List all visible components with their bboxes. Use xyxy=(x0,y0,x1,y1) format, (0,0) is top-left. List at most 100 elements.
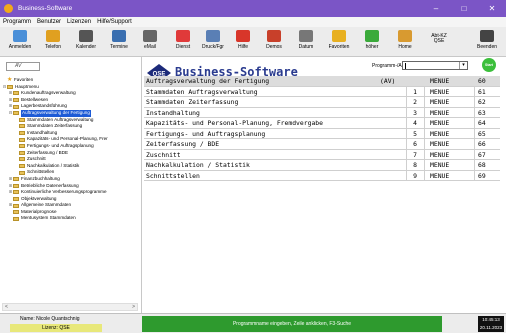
tree-item-label: Betriebliche Datenerfassung xyxy=(21,182,79,188)
tree-item[interactable]: ⊟ Hauptmenu xyxy=(2,84,140,91)
toolbar-service-button[interactable]: Dienst xyxy=(166,28,200,56)
tree-item-label: Kontinuierliche Verbesserungsprogramme xyxy=(21,189,107,195)
header-code: 60 xyxy=(478,77,486,85)
tree-item[interactable]: Fertigungs- und Auftragsplanung xyxy=(2,143,140,150)
column-divider xyxy=(424,139,425,150)
tree-item[interactable]: ★ Favoriten xyxy=(2,77,140,84)
menu-lizenzen[interactable]: Lizenzen xyxy=(67,19,91,25)
horizontal-scrollbar[interactable]: < > xyxy=(2,303,138,311)
scroll-left-arrow[interactable]: < xyxy=(5,304,8,310)
tree-item[interactable]: ⊞ Allgemeine Stammdaten xyxy=(2,202,140,209)
toolbar-label: Kalender xyxy=(75,44,96,50)
toolbar-favorites-button[interactable]: Favoriten xyxy=(322,28,356,56)
tree-item[interactable]: ⊞ Lagerbestandsführung xyxy=(2,103,140,110)
minimize-button[interactable]: – xyxy=(422,0,450,17)
toolbar-dept-code-button[interactable]: Abt-KZ QSE xyxy=(422,28,456,56)
toolbar-login-button[interactable]: Anmelden xyxy=(3,28,37,56)
table-row[interactable]: Stammdaten Auftragsverwaltung 1 MENUE 61 xyxy=(144,86,500,97)
start-button[interactable]: Start xyxy=(482,58,496,72)
toolbar-exit-button[interactable]: Beenden xyxy=(470,28,504,56)
table-row[interactable]: Nachkalkulation / Statistik 8 MENUE 68 xyxy=(144,160,500,171)
column-divider xyxy=(424,118,425,129)
tree-item[interactable]: Zuschnitt xyxy=(2,156,140,163)
toolbar-appointments-button[interactable]: Termine xyxy=(102,28,136,56)
tree-item[interactable]: Nachkalkulation / Statistik xyxy=(2,163,140,170)
toolbar-demos-button[interactable]: Demos xyxy=(257,28,291,56)
tree-item[interactable]: ⊞ Kontinuierliche Verbesserungsprogramme xyxy=(2,189,140,196)
close-button[interactable]: ✕ xyxy=(478,0,506,17)
tree-item[interactable]: Zeiterfassung / BDE xyxy=(2,150,140,157)
login-icon xyxy=(13,30,27,42)
tree-item[interactable]: Instandhaltung xyxy=(2,130,140,137)
maximize-button[interactable]: □ xyxy=(450,0,478,17)
calendar-icon xyxy=(79,30,93,42)
tree-item[interactable]: Stammdaten Auftragsverwaltung xyxy=(2,117,140,124)
dropdown-arrow-icon[interactable]: ▾ xyxy=(459,62,467,69)
toolbar-label: Favoriten xyxy=(328,44,350,50)
column-divider xyxy=(406,160,407,171)
table-row[interactable]: Schnittstellen 9 MENUE 69 xyxy=(144,170,500,181)
tree-item[interactable]: Objektverwaltung xyxy=(2,196,140,203)
search-input[interactable]: AV xyxy=(6,62,40,71)
toolbar-label: höher xyxy=(365,44,379,50)
menu-benutzer[interactable]: Benutzer xyxy=(37,19,61,25)
tree-item[interactable]: Schnittstellen xyxy=(2,169,140,176)
table-row[interactable]: Kapazitäts- und Personal-Planung, Fremdv… xyxy=(144,118,500,129)
toolbar-home-button[interactable]: Home xyxy=(388,28,422,56)
table-row[interactable]: Fertigungs- und Auftragsplanung 5 MENUE 65 xyxy=(144,128,500,139)
tree-item[interactable]: ⊞ Finanzbuchhaltung xyxy=(2,176,140,183)
table-row[interactable]: Zuschnitt 7 MENUE 67 xyxy=(144,149,500,160)
folder-icon xyxy=(13,183,19,188)
toolbar-date-button[interactable]: Datum xyxy=(289,28,323,56)
table-row[interactable]: Instandhaltung 3 MENUE 63 xyxy=(144,107,500,118)
menu-programm[interactable]: Programm xyxy=(3,19,31,25)
table-row[interactable]: Zeiterfassung / BDE 6 MENUE 66 xyxy=(144,139,500,150)
row-number: 9 xyxy=(413,171,417,180)
tree-item-label: Fertigungs- und Auftragsplanung xyxy=(27,142,94,148)
folder-icon xyxy=(19,117,25,122)
tree-item[interactable]: ⊞ Kundenauftragsverwaltung xyxy=(2,90,140,97)
tree-item-label: Mentusystem Stammdaten xyxy=(21,215,76,221)
row-code: 63 xyxy=(478,108,486,117)
home-icon xyxy=(398,30,412,42)
toolbar-label: eMail xyxy=(144,44,156,50)
folder-icon xyxy=(13,111,19,116)
folder-icon xyxy=(13,190,19,195)
toolbar-label: Dienst xyxy=(175,44,191,50)
tree-item[interactable]: Kapazitäts- und Personal-Planung, Frer xyxy=(2,136,140,143)
program-select-input[interactable]: ▾ xyxy=(402,61,468,70)
row-type: MENUE xyxy=(430,129,450,138)
toolbar-print-button[interactable]: Druck/Fgr xyxy=(196,28,230,56)
row-code: 66 xyxy=(478,140,486,148)
table-header-row[interactable]: Auftragsverwaltung der Fertigung (AV) ME… xyxy=(144,76,500,87)
toolbar-calendar-button[interactable]: Kalender xyxy=(69,28,103,56)
star-icon: ★ xyxy=(7,77,13,84)
toolbar-mail-button[interactable]: eMail xyxy=(133,28,167,56)
tree-item[interactable]: Mentusystem Stammdaten xyxy=(2,215,140,222)
status-license: Lizenz: QSE xyxy=(10,324,102,332)
toolbar-help-button[interactable]: Hilfe xyxy=(226,28,260,56)
toolbar-up-button[interactable]: höher xyxy=(355,28,389,56)
tree-item[interactable]: Materialprognose xyxy=(2,209,140,216)
menu-hilfe[interactable]: Hilfe/Support xyxy=(97,19,132,25)
folder-icon xyxy=(19,164,25,169)
up-icon xyxy=(365,30,379,42)
folder-icon xyxy=(19,124,25,129)
favorites-icon xyxy=(332,30,346,42)
status-time: 10:45:13 xyxy=(482,317,500,322)
column-divider xyxy=(406,86,407,97)
tree-item[interactable]: ⊞ Betriebliche Datenerfassung xyxy=(2,183,140,190)
table-row[interactable]: Stammdaten Zeiterfassung 2 MENUE 62 xyxy=(144,97,500,108)
folder-icon xyxy=(7,84,13,89)
tree-item[interactable]: ⊟ Auftragsverwaltung der Fertigung xyxy=(2,109,140,117)
tree-item[interactable]: ⊞ Bestellwesen xyxy=(2,97,140,104)
toolbar-phone-button[interactable]: Telefon xyxy=(36,28,70,56)
phone-icon xyxy=(46,30,60,42)
service-icon xyxy=(176,30,190,42)
tree-item[interactable]: Stammdaten Zeiterfassung xyxy=(2,123,140,130)
column-divider xyxy=(474,149,475,160)
row-code: 61 xyxy=(478,87,486,96)
status-bar: Name: Nicole Quantschnig Lizenz: QSE Pro… xyxy=(0,313,506,333)
scroll-right-arrow[interactable]: > xyxy=(132,304,135,310)
row-number: 1 xyxy=(413,87,417,96)
